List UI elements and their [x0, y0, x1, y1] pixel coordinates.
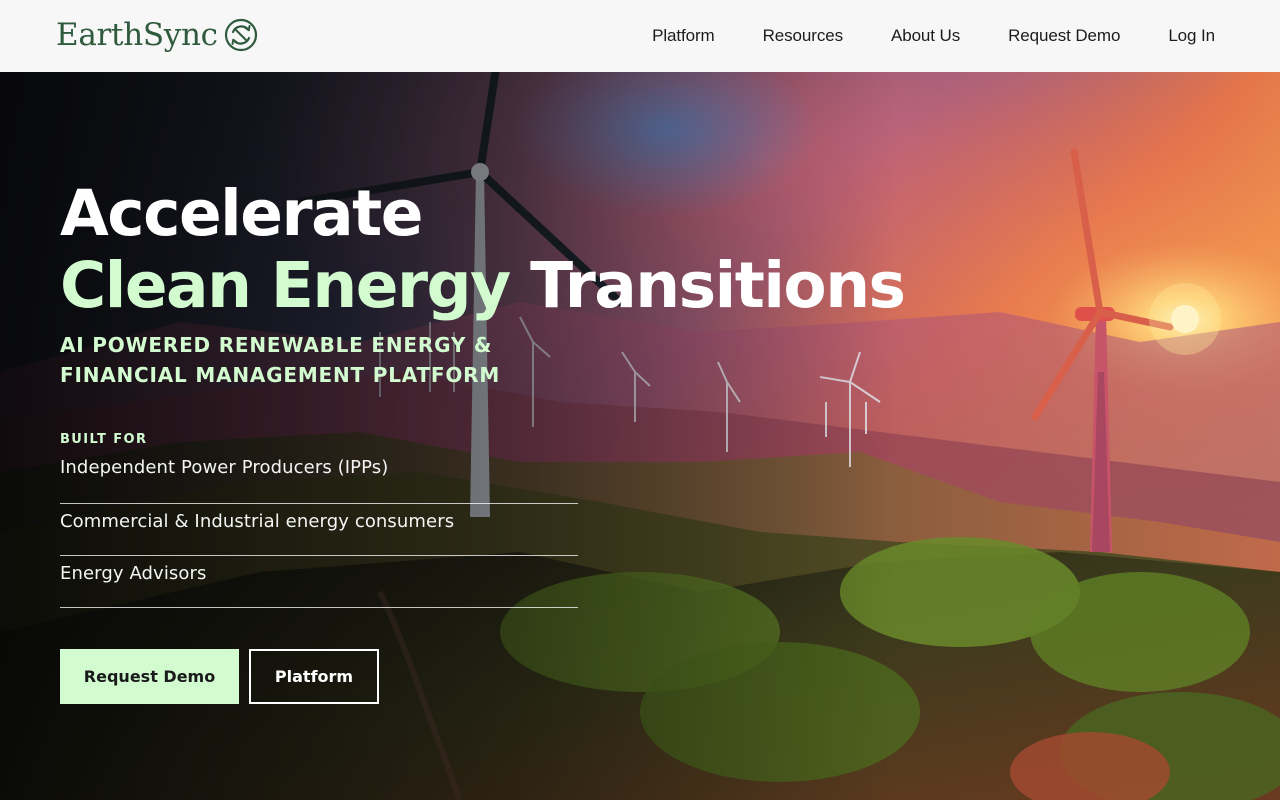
request-demo-button[interactable]: Request Demo	[60, 649, 239, 704]
audience-item-energy-advisors: Energy Advisors	[60, 556, 578, 608]
headline-line-2: Clean Energy Transitions	[60, 249, 906, 322]
audience-list: Independent Power Producers (IPPs) Comme…	[60, 452, 578, 608]
headline-line-1: Accelerate	[60, 177, 423, 250]
brand-name: EarthSync	[56, 17, 218, 53]
nav-resources[interactable]: Resources	[739, 26, 867, 46]
hero-subtitle: AI POWERED RENEWABLE ENERGY & FINANCIAL …	[60, 333, 501, 387]
main-nav: Platform Resources About Us Request Demo…	[628, 0, 1240, 72]
audience-item-commercial-industrial: Commercial & Industrial energy consumers	[60, 504, 578, 556]
nav-about-us[interactable]: About Us	[867, 26, 984, 46]
site-header: EarthSync Platform Resources About Us Re…	[0, 0, 1280, 72]
platform-button[interactable]: Platform	[249, 649, 379, 704]
built-for-label: BUILT FOR	[60, 432, 148, 447]
nav-platform[interactable]: Platform	[628, 26, 739, 46]
audience-item-ipps: Independent Power Producers (IPPs)	[60, 452, 578, 504]
nav-request-demo[interactable]: Request Demo	[984, 26, 1144, 46]
headline-accent: Clean Energy	[60, 249, 511, 322]
headline-rest: Transitions	[509, 249, 906, 322]
nav-log-in[interactable]: Log In	[1144, 26, 1240, 46]
brand-logo[interactable]: EarthSync	[56, 15, 258, 55]
sync-circle-icon	[224, 18, 257, 52]
